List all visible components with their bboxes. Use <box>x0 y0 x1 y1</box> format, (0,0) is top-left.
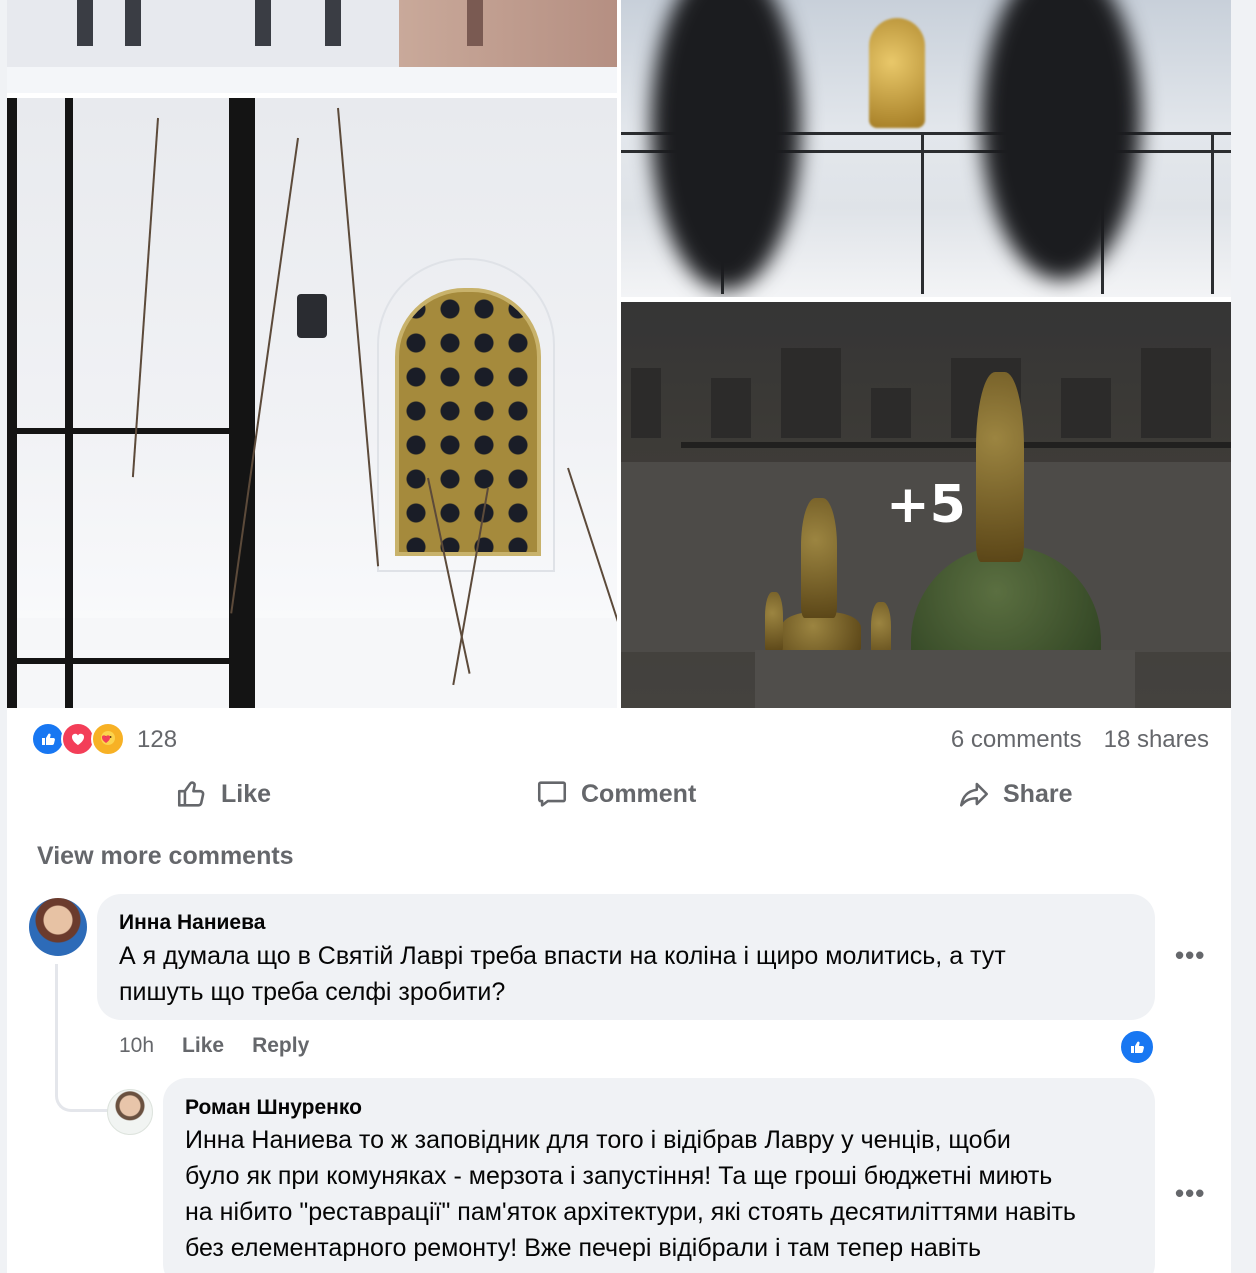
more-photos-count[interactable]: +5 <box>621 302 1231 708</box>
share-button[interactable]: Share <box>957 770 1072 818</box>
reaction-count[interactable]: 128 <box>137 726 177 754</box>
like-icon <box>31 722 65 756</box>
share-arrow-icon <box>959 782 989 807</box>
comment-author[interactable]: Роман Шнуренко <box>185 1096 362 1120</box>
reactions-summary: 128 6 comments 18 shares <box>7 718 1231 762</box>
comment-meta: 10h Like Reply <box>119 1034 309 1058</box>
comment-author[interactable]: Инна Наниева <box>119 911 265 935</box>
comment-like-button[interactable]: Like <box>182 1034 224 1058</box>
like-label: Like <box>221 779 272 808</box>
comment-button[interactable]: Comment <box>535 770 696 818</box>
comment-reply-button[interactable]: Reply <box>252 1034 309 1058</box>
golden-dome <box>869 18 925 128</box>
care-icon <box>91 722 125 756</box>
comment-like-badge-icon[interactable] <box>1119 1029 1155 1065</box>
comment-icon <box>537 781 567 807</box>
post-stats: 6 comments 18 shares <box>951 726 1209 754</box>
golden-door <box>395 288 541 556</box>
share-label: Share <box>1003 779 1073 808</box>
avatar[interactable] <box>29 898 87 956</box>
post-card: +5 128 6 comments 18 shares Like Comment… <box>7 0 1231 1273</box>
post-photo-fence-domes[interactable] <box>621 0 1231 297</box>
comment-text: Инна Наниева то ж заповідник для того і … <box>185 1126 1076 1262</box>
reply-bubble: Роман Шнуренко Инна Наниева то ж заповід… <box>163 1078 1155 1273</box>
shares-count[interactable]: 18 shares <box>1104 726 1209 754</box>
comment-timestamp[interactable]: 10h <box>119 1034 154 1058</box>
post-actions: Like Comment Share <box>7 770 1231 818</box>
comment-text: А я думала що в Святій Лаврі треба впаст… <box>119 942 1006 1006</box>
lantern <box>297 294 327 338</box>
comments-count[interactable]: 6 comments <box>951 726 1082 754</box>
more-options-icon[interactable]: ••• <box>1175 1178 1205 1209</box>
comment-bubble: Инна Наниева А я думала що в Святій Лавр… <box>97 894 1155 1020</box>
post-photo-golden-door[interactable] <box>7 98 617 708</box>
view-more-comments-link[interactable]: View more comments <box>37 842 294 871</box>
comment-label: Comment <box>581 779 697 808</box>
post-photo-city-view[interactable]: +5 <box>621 302 1231 708</box>
like-button[interactable]: Like <box>175 770 271 818</box>
thumbs-up-icon <box>177 781 205 807</box>
post-photo-monastery-wall[interactable] <box>7 0 617 93</box>
more-options-icon[interactable]: ••• <box>1175 940 1205 971</box>
avatar[interactable] <box>107 1089 153 1135</box>
love-icon <box>61 722 95 756</box>
